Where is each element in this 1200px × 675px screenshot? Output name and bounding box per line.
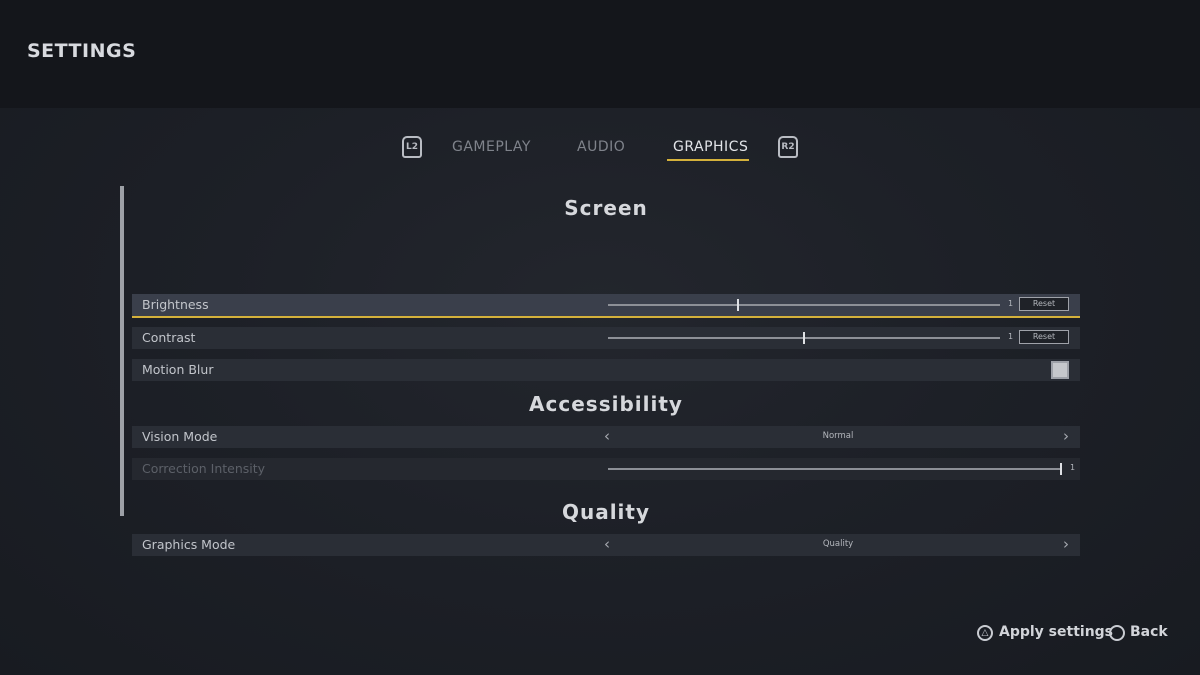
section-title-accessibility: Accessibility bbox=[529, 392, 683, 416]
vision-mode-next-icon[interactable]: › bbox=[1063, 427, 1069, 445]
brightness-slider-thumb[interactable] bbox=[737, 299, 739, 311]
motion-blur-checkbox[interactable] bbox=[1051, 361, 1069, 379]
active-tab-indicator bbox=[667, 159, 749, 161]
triangle-button-icon: △ bbox=[977, 625, 993, 641]
motion-blur-label: Motion Blur bbox=[142, 362, 214, 377]
vision-mode-value: Normal bbox=[822, 431, 854, 441]
graphics-mode-next-icon[interactable]: › bbox=[1063, 535, 1069, 553]
page-title: SETTINGS bbox=[27, 40, 137, 62]
contrast-reset-button[interactable]: Reset bbox=[1019, 330, 1069, 344]
tab-graphics[interactable]: GRAPHICS bbox=[673, 139, 748, 155]
l2-shoulder-icon[interactable]: L2 bbox=[402, 136, 422, 158]
correction-intensity-row: Correction Intensity 1 bbox=[132, 458, 1080, 480]
brightness-slider[interactable] bbox=[608, 299, 1000, 311]
correction-intensity-slider-thumb bbox=[1060, 463, 1062, 475]
contrast-label: Contrast bbox=[142, 330, 196, 345]
correction-intensity-slider bbox=[608, 463, 1062, 475]
vision-mode-row[interactable]: Vision Mode ‹ Normal › bbox=[132, 426, 1080, 448]
brightness-reset-button[interactable]: Reset bbox=[1019, 297, 1069, 311]
graphics-mode-value: Quality bbox=[822, 539, 854, 549]
tab-gameplay[interactable]: GAMEPLAY bbox=[452, 139, 531, 155]
back-button[interactable]: Back bbox=[1130, 624, 1168, 644]
r2-shoulder-icon[interactable]: R2 bbox=[778, 136, 798, 158]
scrollbar[interactable] bbox=[120, 186, 124, 516]
contrast-row[interactable]: Contrast 1 Reset bbox=[132, 327, 1080, 349]
graphics-mode-label: Graphics Mode bbox=[142, 537, 236, 552]
header-bar bbox=[0, 0, 1200, 108]
brightness-label: Brightness bbox=[142, 297, 209, 312]
vision-mode-label: Vision Mode bbox=[142, 429, 218, 444]
section-title-quality: Quality bbox=[561, 500, 651, 524]
apply-settings-button[interactable]: Apply settings bbox=[999, 624, 1113, 644]
circle-button-icon bbox=[1109, 625, 1125, 641]
graphics-mode-row[interactable]: Graphics Mode ‹ Quality › bbox=[132, 534, 1080, 556]
brightness-value: 1 bbox=[1008, 299, 1014, 308]
brightness-row[interactable]: Brightness 1 Reset bbox=[132, 294, 1080, 318]
correction-intensity-value: 1 bbox=[1070, 463, 1076, 472]
tab-audio[interactable]: AUDIO bbox=[577, 139, 625, 155]
contrast-slider[interactable] bbox=[608, 332, 1000, 344]
correction-intensity-label: Correction Intensity bbox=[142, 461, 266, 476]
contrast-value: 1 bbox=[1008, 332, 1014, 341]
motion-blur-row[interactable]: Motion Blur bbox=[132, 359, 1080, 381]
section-title-screen: Screen bbox=[564, 196, 648, 220]
contrast-slider-thumb[interactable] bbox=[803, 332, 805, 344]
